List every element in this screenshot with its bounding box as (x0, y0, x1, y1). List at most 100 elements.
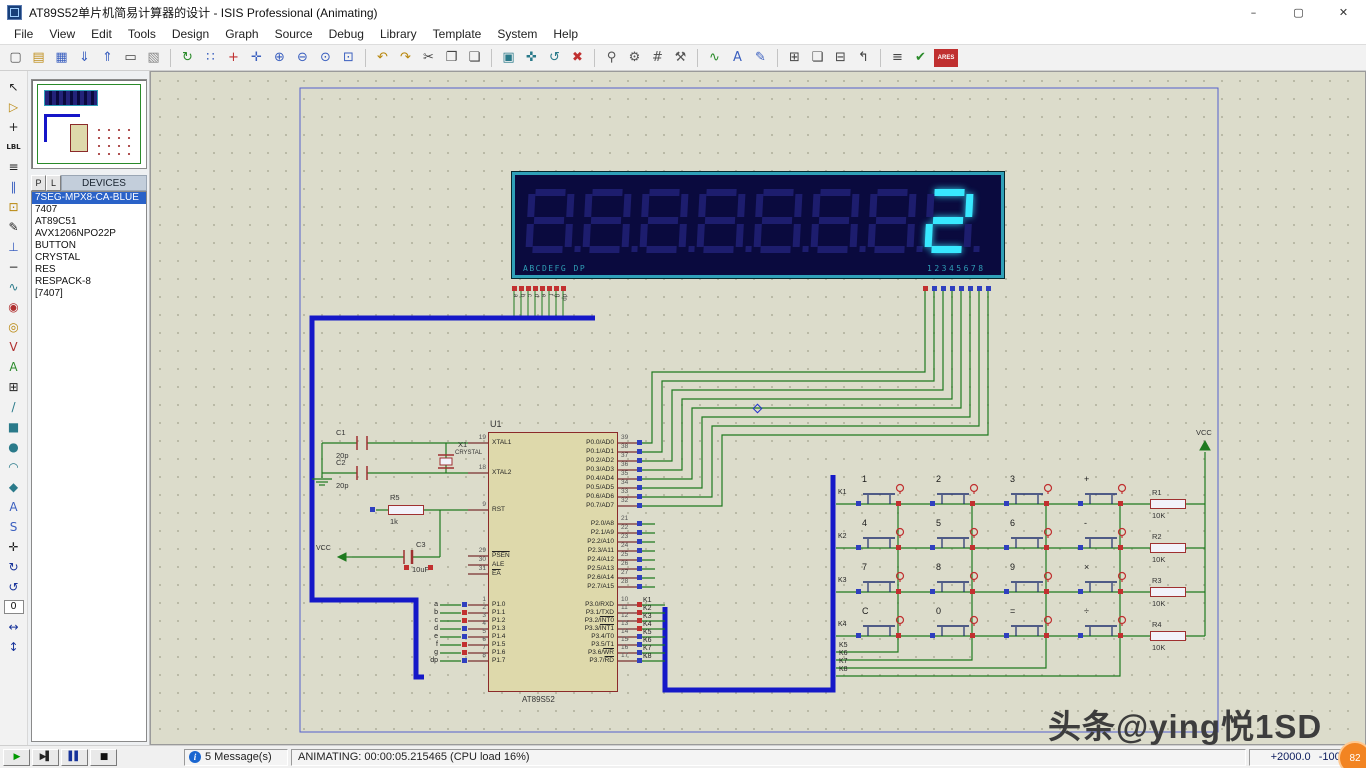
box-tool[interactable]: ■ (3, 417, 25, 437)
resistor-r3-body[interactable] (1150, 587, 1186, 597)
key-÷[interactable]: ÷ (1072, 606, 1142, 642)
key-4[interactable]: 4 (850, 518, 920, 554)
pick-device-button[interactable]: P (31, 175, 46, 191)
paste-button[interactable]: ❏ (463, 47, 486, 69)
text-script-tool[interactable]: ≡ (3, 157, 25, 177)
message-area[interactable]: i 5 Message(s) (184, 749, 288, 766)
menu-tools[interactable]: Tools (120, 24, 164, 44)
search-and-tag-button[interactable]: A (726, 47, 749, 69)
generator-tool[interactable]: ◎ (3, 317, 25, 337)
key-1[interactable]: 1 (850, 474, 920, 510)
selection-tool[interactable]: ↖ (3, 77, 25, 97)
menu-file[interactable]: File (6, 24, 41, 44)
device-item[interactable]: BUTTON (32, 240, 146, 252)
device-item[interactable]: AT89C51 (32, 216, 146, 228)
resistor-r1-body[interactable] (1150, 499, 1186, 509)
junction-dot-tool[interactable]: + (3, 117, 25, 137)
zoom-in-button[interactable]: ⊕ (268, 47, 291, 69)
instant-edit-tool[interactable]: ✎ (3, 217, 25, 237)
new-file-button[interactable]: ▢ (4, 47, 27, 69)
block-rotate-button[interactable]: ↺ (543, 47, 566, 69)
property-assignment-button[interactable]: ✎ (749, 47, 772, 69)
zoom-area-button[interactable]: ⊡ (337, 47, 360, 69)
current-probe-tool[interactable]: A (3, 357, 25, 377)
wire-autorouter-button[interactable]: ∿ (703, 47, 726, 69)
device-item[interactable]: 7407 (32, 204, 146, 216)
pan-view-button[interactable]: ✛ (245, 47, 268, 69)
tape-recorder-tool[interactable]: ◉ (3, 297, 25, 317)
block-move-button[interactable]: ✜ (520, 47, 543, 69)
path-tool[interactable]: ◆ (3, 477, 25, 497)
virtual-instruments-tool[interactable]: ⊞ (3, 377, 25, 397)
cut-button[interactable]: ✂ (417, 47, 440, 69)
view-bom-button[interactable]: ≡ (886, 47, 909, 69)
toggle-grid-button[interactable]: ∷ (199, 47, 222, 69)
close-button[interactable]: ✕ (1321, 0, 1366, 24)
voltage-probe-tool[interactable]: V (3, 337, 25, 357)
key-0[interactable]: 0 (924, 606, 994, 642)
maximize-button[interactable]: ▢ (1276, 0, 1321, 24)
rotation-angle-input[interactable]: 0 (4, 600, 24, 614)
rotate-clockwise-tool[interactable]: ↻ (3, 557, 25, 577)
sim-play-button[interactable]: ▶ (3, 749, 30, 766)
key-2[interactable]: 2 (924, 474, 994, 510)
redraw-button[interactable]: ↻ (176, 47, 199, 69)
device-item[interactable]: [7407] (32, 288, 146, 300)
line-tool[interactable]: / (3, 397, 25, 417)
mirror-horizontal-tool[interactable]: ↔ (3, 617, 25, 637)
print-button[interactable]: ▭ (119, 47, 142, 69)
device-item[interactable]: AVX1206NPO22P (32, 228, 146, 240)
menu-system[interactable]: System (489, 24, 545, 44)
key-=[interactable]: = (998, 606, 1068, 642)
key-8[interactable]: 8 (924, 562, 994, 598)
save-file-button[interactable]: ▦ (50, 47, 73, 69)
key-×[interactable]: × (1072, 562, 1142, 598)
copy-button[interactable]: ❐ (440, 47, 463, 69)
device-pin-tool[interactable]: − (3, 257, 25, 277)
circle-tool[interactable]: ● (3, 437, 25, 457)
block-copy-button[interactable]: ▣ (497, 47, 520, 69)
resistor-r5-body[interactable] (388, 505, 424, 515)
key-5[interactable]: 5 (924, 518, 994, 554)
device-item[interactable]: 7SEG-MPX8-CA-BLUE (32, 192, 146, 204)
menu-library[interactable]: Library (372, 24, 425, 44)
goto-parent-sheet-button[interactable]: ↰ (852, 47, 875, 69)
menu-source[interactable]: Source (267, 24, 321, 44)
mirror-vertical-tool[interactable]: ↕ (3, 637, 25, 657)
packaging-tool-button[interactable]: # (646, 47, 669, 69)
redo-button[interactable]: ↷ (394, 47, 417, 69)
terminal-tool[interactable]: ⊥ (3, 237, 25, 257)
wire-label-tool[interactable]: LBL (3, 137, 25, 157)
component-tool[interactable]: ▷ (3, 97, 25, 117)
subcircuit-tool[interactable]: ⊡ (3, 197, 25, 217)
minimize-button[interactable]: – (1231, 0, 1276, 24)
open-folder-button[interactable]: ▤ (27, 47, 50, 69)
seven-segment-display[interactable]: ABCDEFG DP 12345678 (512, 172, 1004, 278)
false-origin-button[interactable]: + (222, 47, 245, 69)
graph-tool[interactable]: ∿ (3, 277, 25, 297)
menu-help[interactable]: Help (545, 24, 586, 44)
menu-debug[interactable]: Debug (321, 24, 372, 44)
zoom-all-button[interactable]: ⊙ (314, 47, 337, 69)
export-section-button[interactable]: ⇑ (96, 47, 119, 69)
library-manager-button[interactable]: L (46, 175, 61, 191)
menu-edit[interactable]: Edit (83, 24, 120, 44)
bus-tool[interactable]: ∥ (3, 177, 25, 197)
electrical-rule-check-button[interactable]: ✔ (909, 47, 932, 69)
resistor-r2-body[interactable] (1150, 543, 1186, 553)
key-+[interactable]: + (1072, 474, 1142, 510)
mcu-body[interactable] (488, 432, 618, 692)
import-section-button[interactable]: ⇓ (73, 47, 96, 69)
undo-button[interactable]: ↶ (371, 47, 394, 69)
key-6[interactable]: 6 (998, 518, 1068, 554)
pick-parts-button[interactable]: ⚲ (600, 47, 623, 69)
key-C[interactable]: C (850, 606, 920, 642)
key-9[interactable]: 9 (998, 562, 1068, 598)
rotate-anticlockwise-tool[interactable]: ↺ (3, 577, 25, 597)
device-item[interactable]: RES (32, 264, 146, 276)
key--[interactable]: - (1072, 518, 1142, 554)
preview-pane[interactable] (31, 79, 147, 169)
arc-tool[interactable]: ◠ (3, 457, 25, 477)
sim-step-button[interactable]: ▶▌ (32, 749, 59, 766)
new-root-sheet-button[interactable]: ❏ (806, 47, 829, 69)
